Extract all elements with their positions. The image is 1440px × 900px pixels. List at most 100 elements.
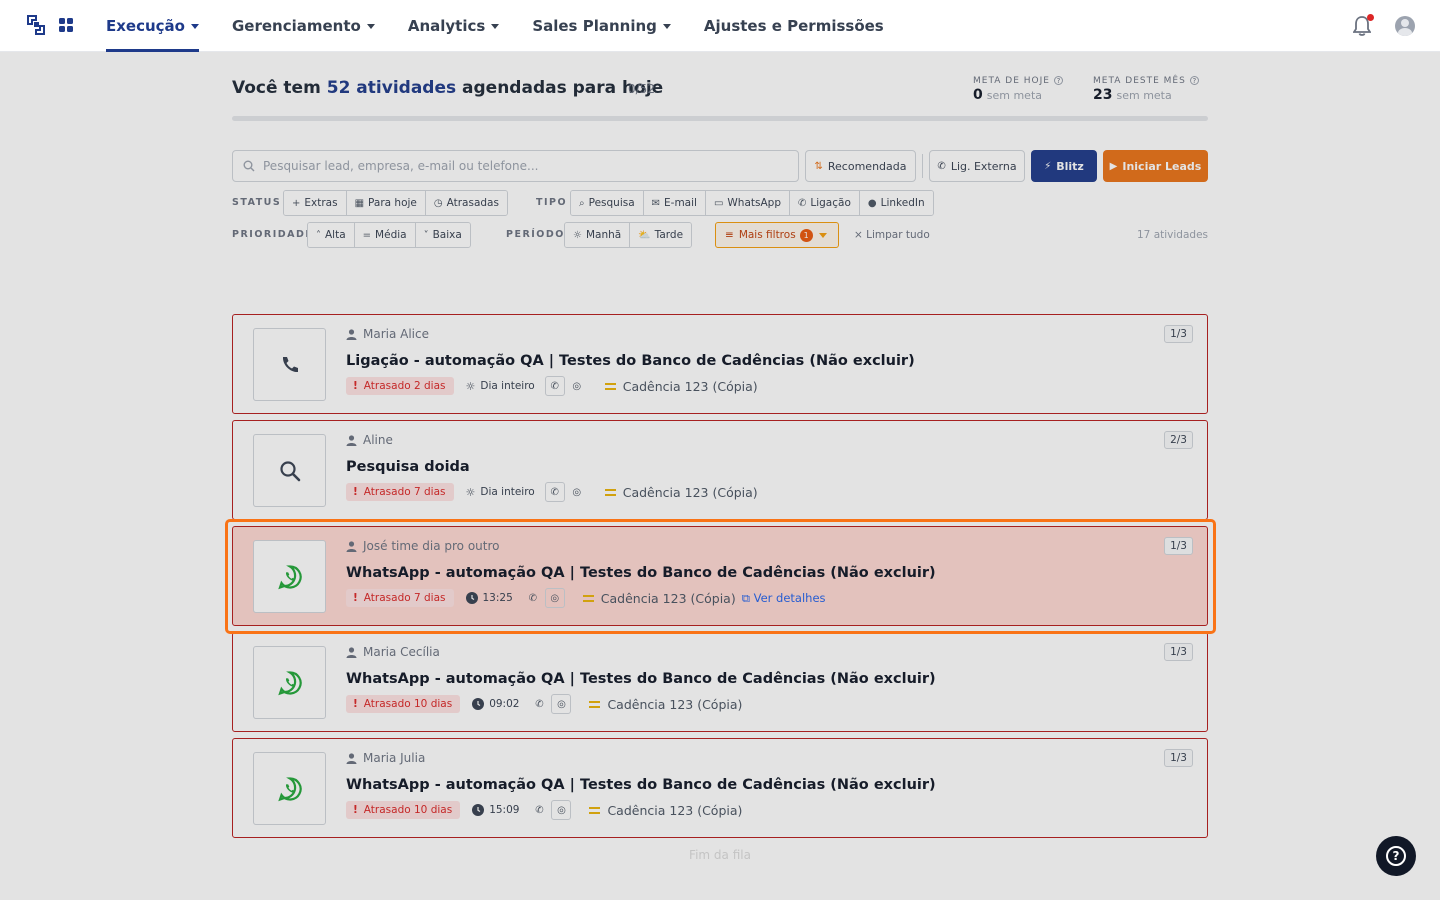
alert-icon: ! xyxy=(353,804,358,816)
person-icon: ● xyxy=(867,197,877,209)
phone-icon[interactable]: ✆ xyxy=(544,376,565,396)
whatsapp-icon[interactable]: ◎ xyxy=(567,376,587,396)
cadence-label: Cadência 123 (Cópia) xyxy=(589,697,742,712)
apps-grid-icon[interactable] xyxy=(59,18,73,32)
more-filters-button[interactable]: ≡ Mais filtros 1 xyxy=(715,222,839,248)
iniciar-leads-button[interactable]: ▶ Iniciar Leads xyxy=(1103,150,1208,182)
help-icon[interactable]: ? xyxy=(1189,76,1199,85)
whatsapp-icon[interactable]: ◎ xyxy=(567,482,587,502)
help-icon[interactable]: ? xyxy=(1053,76,1063,85)
lead-name-text: Maria Alice xyxy=(363,327,429,341)
filter-extras[interactable]: + Extras xyxy=(284,191,347,215)
top-navbar: Execução Gerenciamento Analytics Sales Plan… xyxy=(0,0,1440,52)
filter-manha[interactable]: ☼ Manhã xyxy=(565,223,631,247)
filter-whatsapp[interactable]: ▭ WhatsApp xyxy=(705,191,790,215)
alert-icon: ! xyxy=(353,486,358,498)
chevron-down-icon xyxy=(491,23,500,29)
cadence-icon xyxy=(604,488,616,496)
meta-month: META DESTE MÊS? 23 sem meta xyxy=(1093,76,1199,103)
filter-atrasadas[interactable]: ◷ Atrasadas xyxy=(425,191,507,215)
nav-label: Execução xyxy=(106,17,185,35)
periodo-filter-label: PERÍODO xyxy=(506,229,565,240)
chevron-down-icon xyxy=(366,23,375,29)
logo-icon[interactable] xyxy=(26,14,46,36)
mail-icon: ✉ xyxy=(651,197,661,209)
activity-card[interactable]: Maria Alice Ligação - automação QA | Test… xyxy=(232,314,1208,414)
filter-pesquisa[interactable]: ⌕ Pesquisa xyxy=(571,191,644,215)
activity-title[interactable]: WhatsApp - automação QA | Testes do Banc… xyxy=(346,777,936,793)
activity-card[interactable]: Maria Julia WhatsApp - automação QA | Tes… xyxy=(232,738,1208,838)
schedule-time: ☼ Dia inteiro xyxy=(465,379,535,393)
sun-icon: ☼ xyxy=(465,485,476,499)
recomendada-button[interactable]: ⇅ Recomendada xyxy=(805,150,916,182)
lead-name: Aline xyxy=(346,433,393,447)
whatsapp-icon xyxy=(253,752,326,825)
focused-card-highlight xyxy=(225,519,1216,634)
filter-para-hoje[interactable]: ▦ Para hoje xyxy=(346,191,426,215)
person-icon xyxy=(346,328,357,340)
nav-item-4[interactable]: Ajustes e Permissões xyxy=(704,0,884,52)
whatsapp-icon[interactable]: ◎ xyxy=(551,694,572,714)
sort-icon: ⇅ xyxy=(814,160,823,172)
toolbar-divider xyxy=(922,154,923,178)
person-icon xyxy=(346,646,357,658)
phone-icon[interactable]: ✆ xyxy=(529,800,549,820)
nav-item-0[interactable]: Execução xyxy=(106,0,199,52)
periodo-filter-group: ☼ Manhã ⛅ Tarde xyxy=(564,222,693,248)
tipo-filter-group: ⌕ Pesquisa ✉ E-mail ▭ WhatsApp ✆ Ligação ● Li… xyxy=(570,190,934,216)
activity-title[interactable]: WhatsApp - automação QA | Testes do Banc… xyxy=(346,671,936,687)
activity-meta: ! Atrasado 10 dias 09:02 ✆ ◎ Cadência 123 (Có… xyxy=(346,694,742,714)
filter-ligacao[interactable]: ✆ Ligação xyxy=(789,191,860,215)
lig-externa-button[interactable]: ✆ Lig. Externa xyxy=(929,150,1025,182)
late-badge: ! Atrasado 10 dias xyxy=(346,801,461,819)
filter-media[interactable]: = Média xyxy=(354,223,416,247)
close-icon: × xyxy=(854,229,867,241)
filter-email[interactable]: ✉ E-mail xyxy=(643,191,706,215)
phone-icon xyxy=(253,328,326,401)
search-input[interactable] xyxy=(263,159,783,173)
schedule-time: 15:09 xyxy=(472,804,519,816)
blitz-icon: ⚡ xyxy=(1044,160,1052,172)
activity-card[interactable]: Aline Pesquisa doida 2/3 ! Atrasado 7 dias ☼ D… xyxy=(232,420,1208,520)
late-badge: ! Atrasado 10 dias xyxy=(346,695,461,713)
phone-icon[interactable]: ✆ xyxy=(529,694,549,714)
activity-card[interactable]: Maria Cecília WhatsApp - automação QA | T… xyxy=(232,632,1208,732)
nav-label: Analytics xyxy=(407,17,486,35)
activity-meta: ! Atrasado 10 dias 15:09 ✆ ◎ Cadência 123 (Có… xyxy=(346,800,742,820)
nav-label: Gerenciamento xyxy=(231,17,361,35)
blitz-button[interactable]: ⚡ Blitz xyxy=(1031,150,1097,182)
step-badge: 2/3 xyxy=(1164,431,1193,449)
notification-dot xyxy=(1367,14,1374,21)
tipo-filter-label: TIPO xyxy=(536,197,568,208)
late-badge: ! Atrasado 7 dias xyxy=(346,483,454,501)
nav-item-3[interactable]: Sales Planning xyxy=(532,0,671,52)
filter-alta[interactable]: ˄ Alta xyxy=(308,223,355,247)
end-of-queue: Fim da fila xyxy=(689,848,751,862)
phone-icon[interactable]: ✆ xyxy=(544,482,565,502)
activity-meta: ! Atrasado 7 dias ☼ Dia inteiro ✆ ◎ Cadência 1… xyxy=(346,482,758,502)
plus-icon: + xyxy=(292,197,301,209)
channel-buttons: ✆ ◎ xyxy=(544,482,589,502)
user-avatar[interactable] xyxy=(1395,16,1415,36)
activity-title[interactable]: Pesquisa doida xyxy=(346,459,470,475)
step-badge: 1/3 xyxy=(1164,643,1193,661)
help-button[interactable]: ? xyxy=(1376,836,1416,876)
activity-title[interactable]: Ligação - automação QA | Testes do Banco… xyxy=(346,353,915,369)
status-filter-label: STATUS xyxy=(232,197,282,208)
filter-tarde[interactable]: ⛅ Tarde xyxy=(630,223,692,247)
filters-count-badge: 1 xyxy=(799,228,813,242)
sun-icon: ☼ xyxy=(573,229,582,241)
nav-item-2[interactable]: Analytics xyxy=(407,0,500,52)
prioridade-filter-group: ˄ Alta = Média ˅ Baixa xyxy=(307,222,471,248)
clear-filters-link[interactable]: × Limpar tudo xyxy=(854,229,930,241)
alert-icon: ! xyxy=(353,698,358,710)
lead-name-text: Maria Cecília xyxy=(363,645,440,659)
chevron-down-icon xyxy=(190,23,199,29)
clock-icon: ◷ xyxy=(433,197,443,209)
search-icon xyxy=(253,434,326,507)
nav-item-1[interactable]: Gerenciamento xyxy=(232,0,375,52)
filter-icon: ≡ xyxy=(725,229,734,241)
filter-baixa[interactable]: ˅ Baixa xyxy=(415,223,470,247)
filter-linkedin[interactable]: ● LinkedIn xyxy=(859,191,933,215)
whatsapp-icon[interactable]: ◎ xyxy=(551,800,572,820)
